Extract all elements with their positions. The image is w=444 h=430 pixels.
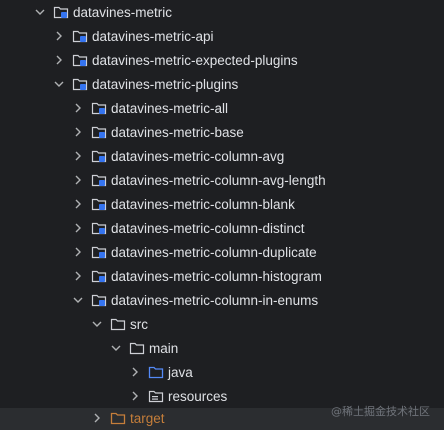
tree-item-label: java [168,365,193,380]
folder-icon [129,342,145,355]
chevron-down-icon[interactable] [109,341,123,355]
tree-item-src[interactable]: src [0,313,444,337]
module-folder-icon [53,6,69,19]
tree-item-label: target [130,411,165,426]
tree-item-datavines-metric-expected-plugins[interactable]: datavines-metric-expected-plugins [0,49,444,73]
chevron-right-icon[interactable] [71,125,85,139]
tree-item-label: datavines-metric-expected-plugins [92,53,298,68]
chevron-right-icon[interactable] [71,221,85,235]
tree-item-datavines-metric-column-in-enums[interactable]: datavines-metric-column-in-enums [0,289,444,313]
module-folder-icon [72,78,88,91]
module-folder-icon [91,102,107,115]
chevron-right-icon[interactable] [71,173,85,187]
tree-item-label: datavines-metric-column-distinct [111,221,305,236]
chevron-down-icon[interactable] [71,293,85,307]
tree-item-label: datavines-metric-column-histogram [111,269,322,284]
module-folder-icon [91,126,107,139]
chevron-right-icon[interactable] [90,411,104,425]
chevron-down-icon[interactable] [90,317,104,331]
module-folder-icon [72,54,88,67]
tree-item-label: src [130,317,148,332]
tree-item-label: datavines-metric-base [111,125,244,140]
tree-item-label: main [149,341,179,356]
project-tree: datavines-metric datavines-metric-api da… [0,0,444,430]
tree-item-label: datavines-metric-column-avg [111,149,285,164]
tree-item-label: datavines-metric-column-avg-length [111,173,326,188]
tree-item-datavines-metric-plugins[interactable]: datavines-metric-plugins [0,73,444,97]
module-folder-icon [91,270,107,283]
tree-item-label: resources [168,389,228,404]
tree-item-datavines-metric-column-avg[interactable]: datavines-metric-column-avg [0,145,444,169]
chevron-right-icon[interactable] [52,29,66,43]
chevron-right-icon[interactable] [71,101,85,115]
chevron-right-icon[interactable] [52,53,66,67]
tree-item-label: datavines-metric-column-blank [111,197,295,212]
tree-item-datavines-metric-column-duplicate[interactable]: datavines-metric-column-duplicate [0,241,444,265]
tree-item-main[interactable]: main [0,337,444,361]
excluded-folder-icon [110,412,126,425]
chevron-down-icon[interactable] [52,77,66,91]
module-folder-icon [91,150,107,163]
tree-item-label: datavines-metric-plugins [92,77,239,92]
module-folder-icon [91,246,107,259]
tree-item-datavines-metric-column-avg-length[interactable]: datavines-metric-column-avg-length [0,169,444,193]
tree-item-datavines-metric-column-blank[interactable]: datavines-metric-column-blank [0,193,444,217]
tree-item-label: datavines-metric-column-in-enums [111,293,319,308]
tree-item-label: datavines-metric-column-duplicate [111,245,317,260]
chevron-down-icon[interactable] [33,5,47,19]
module-folder-icon [91,294,107,307]
folder-icon [110,318,126,331]
watermark: @稀土掘金技术社区 [331,405,430,418]
tree-item-label: datavines-metric-all [111,101,229,116]
chevron-right-icon[interactable] [128,389,142,403]
module-folder-icon [91,198,107,211]
tree-item-datavines-metric-api[interactable]: datavines-metric-api [0,25,444,49]
tree-item-datavines-metric-column-histogram[interactable]: datavines-metric-column-histogram [0,265,444,289]
chevron-right-icon[interactable] [71,245,85,259]
chevron-right-icon[interactable] [128,365,142,379]
tree-item-datavines-metric[interactable]: datavines-metric [0,1,444,25]
module-folder-icon [91,222,107,235]
module-folder-icon [72,30,88,43]
module-folder-icon [91,174,107,187]
tree-item-label: datavines-metric [73,5,173,20]
chevron-right-icon[interactable] [71,197,85,211]
chevron-right-icon[interactable] [71,269,85,283]
tree-item-datavines-metric-column-distinct[interactable]: datavines-metric-column-distinct [0,217,444,241]
tree-item-java[interactable]: java [0,361,444,385]
tree-item-datavines-metric-all[interactable]: datavines-metric-all [0,97,444,121]
tree-item-label: datavines-metric-api [92,29,214,44]
chevron-right-icon[interactable] [71,149,85,163]
source-folder-icon [148,366,164,379]
tree-item-datavines-metric-base[interactable]: datavines-metric-base [0,121,444,145]
resources-folder-icon [148,390,164,403]
